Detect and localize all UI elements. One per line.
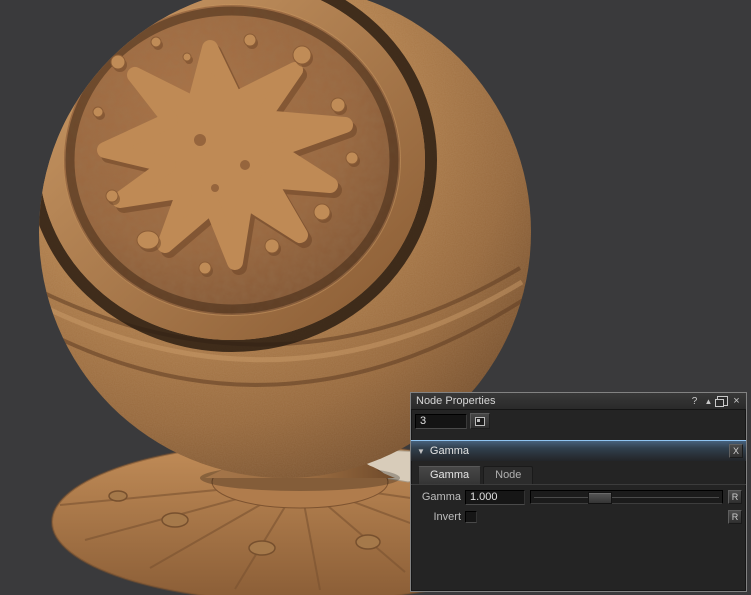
gamma-slider[interactable] (530, 490, 723, 504)
invert-row: Invert R (415, 509, 742, 525)
tab-node[interactable]: Node (483, 466, 533, 484)
gamma-row: Gamma R (415, 489, 742, 505)
pin-properties-icon (475, 417, 485, 426)
invert-label: Invert (415, 511, 461, 523)
float-window-icon[interactable] (716, 395, 729, 408)
pin-icon[interactable]: ▲ (702, 395, 715, 408)
pin-properties-button[interactable] (470, 413, 490, 429)
tab-gamma[interactable]: Gamma (418, 466, 481, 484)
invert-reset-button[interactable]: R (728, 510, 742, 524)
properties-tabs: Gamma Node (411, 461, 746, 485)
help-icon[interactable]: ? (688, 395, 701, 408)
remove-node-button[interactable]: X (729, 444, 743, 458)
gamma-label: Gamma (415, 491, 461, 503)
panel-toolrow (411, 410, 746, 431)
index-field[interactable] (415, 414, 467, 429)
viewport-3d[interactable]: Node Properties ? ▲ × ▼ Gamma X Gamma No… (0, 0, 751, 595)
node-properties-panel: Node Properties ? ▲ × ▼ Gamma X Gamma No… (410, 392, 747, 592)
gamma-value-field[interactable] (465, 490, 525, 505)
gamma-slider-track (534, 497, 719, 498)
panel-title: Node Properties (416, 393, 687, 409)
panel-empty-area (411, 525, 746, 591)
gamma-slider-handle[interactable] (588, 492, 612, 504)
gamma-section-header[interactable]: ▼ Gamma X (411, 440, 746, 461)
section-header-label: Gamma (430, 445, 729, 457)
close-icon[interactable]: × (730, 395, 743, 408)
collapse-triangle-icon[interactable]: ▼ (417, 447, 425, 456)
gamma-reset-button[interactable]: R (728, 490, 742, 504)
panel-titlebar[interactable]: Node Properties ? ▲ × (411, 393, 746, 410)
invert-checkbox[interactable] (465, 511, 477, 523)
